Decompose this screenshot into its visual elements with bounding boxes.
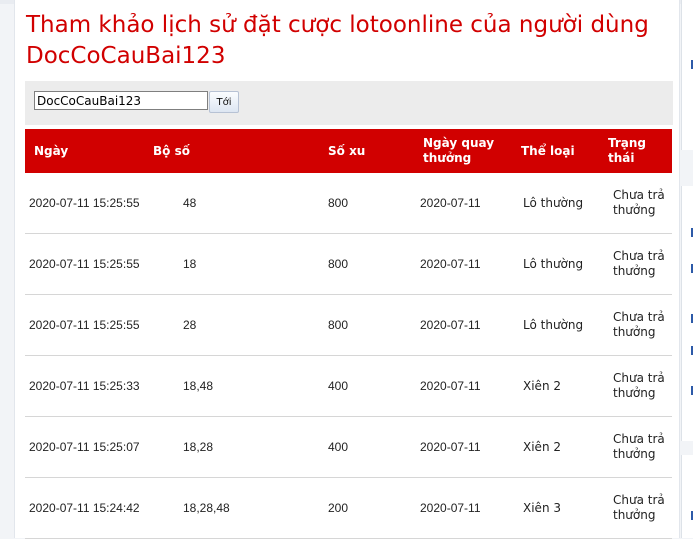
cell-status: Chưa trả thưởng — [599, 416, 672, 478]
column-header-draw-date: Ngày quay thưởng — [414, 129, 512, 173]
cell-type: Xiên 2 — [512, 416, 599, 478]
cell-draw-date: 2020-07-11 — [414, 294, 512, 356]
cell-numbers: 28 — [144, 294, 319, 356]
table-header-row: Ngày Bộ số Số xu Ngày quay thưởng Thể lo… — [25, 129, 672, 173]
table-row: 2020-07-11 15:25:55 18 800 2020-07-11 Lô… — [25, 233, 672, 295]
cell-coins: 400 — [319, 416, 414, 478]
table-row: 2020-07-11 15:25:55 28 800 2020-07-11 Lô… — [25, 294, 672, 356]
table-row: 2020-07-11 15:24:42 18,28,48 200 2020-07… — [25, 477, 672, 539]
cell-date: 2020-07-11 15:25:55 — [25, 173, 144, 234]
cell-type: Lô thường — [512, 233, 599, 295]
cell-type: Lô thường — [512, 294, 599, 356]
right-sidebar-card — [681, 455, 693, 538]
column-header-type: Thể loại — [512, 129, 599, 173]
bet-history-table: Ngày Bộ số Số xu Ngày quay thưởng Thể lo… — [25, 129, 672, 539]
page-title: Tham khảo lịch sử đặt cược lotoonline củ… — [26, 12, 649, 69]
cell-numbers: 18 — [144, 233, 319, 295]
cell-draw-date: 2020-07-11 — [414, 477, 512, 539]
search-bar: Tới — [25, 81, 673, 125]
cell-status: Chưa trả thưởng — [599, 294, 672, 356]
right-sidebar-card — [681, 186, 693, 441]
cell-coins: 800 — [319, 294, 414, 356]
cell-coins: 800 — [319, 173, 414, 234]
cell-status: Chưa trả thưởng — [599, 173, 672, 234]
cell-draw-date: 2020-07-11 — [414, 416, 512, 478]
cell-type: Xiên 3 — [512, 477, 599, 539]
cell-type: Xiên 2 — [512, 355, 599, 417]
cell-status: Chưa trả thưởng — [599, 477, 672, 539]
right-sidebar-card — [681, 0, 693, 150]
cell-numbers: 18,48 — [144, 355, 319, 417]
column-header-date: Ngày — [25, 129, 144, 173]
cell-status: Chưa trả thưởng — [599, 355, 672, 417]
cell-date: 2020-07-11 15:25:07 — [25, 416, 144, 478]
username-input[interactable] — [34, 91, 208, 110]
table-row: 2020-07-11 15:25:33 18,48 400 2020-07-11… — [25, 355, 672, 417]
cell-numbers: 18,28,48 — [144, 477, 319, 539]
cell-coins: 800 — [319, 233, 414, 295]
cell-date: 2020-07-11 15:25:33 — [25, 355, 144, 417]
cell-coins: 400 — [319, 355, 414, 417]
cell-type: Lô thường — [512, 173, 599, 234]
cell-date: 2020-07-11 15:25:55 — [25, 294, 144, 356]
column-header-coins: Số xu — [319, 129, 414, 173]
cell-numbers: 48 — [144, 173, 319, 234]
cell-coins: 200 — [319, 477, 414, 539]
cell-date: 2020-07-11 15:25:55 — [25, 233, 144, 295]
column-header-numbers: Bộ số — [144, 129, 319, 173]
cell-draw-date: 2020-07-11 — [414, 355, 512, 417]
go-button[interactable]: Tới — [209, 91, 239, 113]
cell-date: 2020-07-11 15:24:42 — [25, 477, 144, 539]
cell-draw-date: 2020-07-11 — [414, 173, 512, 234]
cell-numbers: 18,28 — [144, 416, 319, 478]
column-header-status: Trạng thái — [599, 129, 672, 173]
table-row: 2020-07-11 15:25:07 18,28 400 2020-07-11… — [25, 416, 672, 478]
cell-status: Chưa trả thưởng — [599, 233, 672, 295]
table-row: 2020-07-11 15:25:55 48 800 2020-07-11 Lô… — [25, 173, 672, 234]
cell-draw-date: 2020-07-11 — [414, 233, 512, 295]
